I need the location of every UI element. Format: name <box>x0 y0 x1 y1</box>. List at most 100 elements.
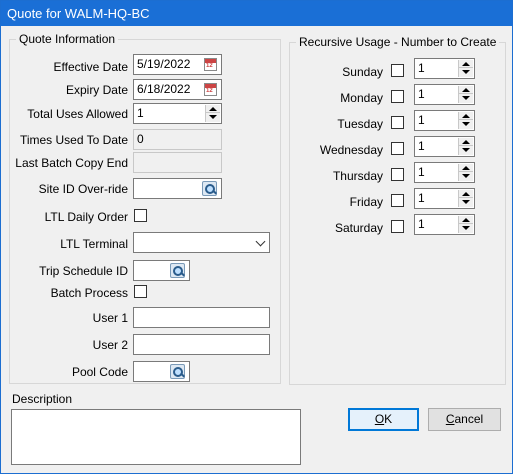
day-count-value: 1 <box>418 87 425 101</box>
spin-down-button[interactable] <box>459 224 473 232</box>
calendar-icon[interactable]: 12 <box>204 83 217 96</box>
day-count-value: 1 <box>418 139 425 153</box>
total-uses-allowed-spinner[interactable]: 1 <box>133 103 222 124</box>
day-checkbox-sunday[interactable] <box>391 64 404 77</box>
lookup-magnifier-icon[interactable] <box>170 263 185 278</box>
day-count-friday[interactable]: 1 <box>414 188 475 209</box>
spin-down-button[interactable] <box>459 94 473 102</box>
times-used-label: Times Used To Date <box>19 133 128 147</box>
effective-date-field[interactable]: 5/19/2022 12 <box>133 54 222 75</box>
day-checkbox-wednesday[interactable] <box>391 142 404 155</box>
cancel-label-rest: ancel <box>454 412 484 426</box>
spin-up-button[interactable] <box>459 216 473 224</box>
day-checkbox-saturday[interactable] <box>391 220 404 233</box>
day-checkbox-thursday[interactable] <box>391 168 404 181</box>
spinner-updown-icon[interactable] <box>458 190 473 207</box>
spinner-updown-icon[interactable] <box>458 164 473 181</box>
day-count-value: 1 <box>418 165 425 179</box>
site-id-override-field[interactable] <box>133 178 222 199</box>
lookup-magnifier-icon[interactable] <box>202 181 217 196</box>
user1-label: User 1 <box>92 311 128 325</box>
day-label-tuesday: Tuesday <box>337 117 383 131</box>
spinner-updown-icon[interactable] <box>205 105 220 122</box>
spin-up-button[interactable] <box>459 60 473 68</box>
user2-field[interactable] <box>133 334 270 355</box>
ltl-terminal-label: LTL Terminal <box>60 237 128 251</box>
recursive-usage-title: Recursive Usage - Number to Create <box>296 35 500 49</box>
spin-down-button[interactable] <box>459 198 473 206</box>
chevron-down-icon[interactable] <box>255 236 266 247</box>
day-label-thursday: Thursday <box>332 169 383 183</box>
day-count-value: 1 <box>418 217 425 231</box>
ok-label-rest: K <box>384 412 393 426</box>
day-checkbox-monday[interactable] <box>391 90 404 103</box>
last-batch-copy-end-label: Last Batch Copy End <box>15 156 128 170</box>
day-label-sunday: Sunday <box>342 65 383 79</box>
site-id-override-label: Site ID Over-ride <box>38 182 128 196</box>
cancel-button[interactable]: Cancel <box>428 408 501 431</box>
spinner-updown-icon[interactable] <box>458 138 473 155</box>
ltl-daily-order-checkbox[interactable] <box>134 209 147 222</box>
day-count-monday[interactable]: 1 <box>414 84 475 105</box>
times-used-field: 0 <box>133 129 222 150</box>
day-count-value: 1 <box>418 191 425 205</box>
calendar-icon[interactable]: 12 <box>204 58 217 71</box>
day-checkbox-tuesday[interactable] <box>391 116 404 129</box>
day-count-sunday[interactable]: 1 <box>414 58 475 79</box>
last-batch-copy-end-field <box>133 152 222 173</box>
ok-button[interactable]: OK <box>348 408 419 431</box>
times-used-value: 0 <box>137 132 144 146</box>
quote-dialog: Quote for WALM-HQ-BC Quote Information E… <box>0 0 513 474</box>
recursive-usage-group: Recursive Usage - Number to Create Sunda… <box>289 35 506 385</box>
spin-up-button[interactable] <box>459 112 473 120</box>
trip-schedule-id-field[interactable] <box>133 260 190 281</box>
ok-mnemonic: O <box>374 412 385 426</box>
description-label: Description <box>12 392 73 406</box>
trip-schedule-id-label: Trip Schedule ID <box>39 264 128 278</box>
user2-label: User 2 <box>92 338 128 352</box>
window-title: Quote for WALM-HQ-BC <box>1 1 512 26</box>
spinner-updown-icon[interactable] <box>458 112 473 129</box>
spinner-updown-icon[interactable] <box>458 216 473 233</box>
spin-down-button[interactable] <box>459 120 473 128</box>
day-count-thursday[interactable]: 1 <box>414 162 475 183</box>
spin-down-button[interactable] <box>459 68 473 76</box>
spin-up-button[interactable] <box>459 138 473 146</box>
expiry-date-value: 6/18/2022 <box>137 82 191 96</box>
spin-up-button[interactable] <box>206 105 220 113</box>
total-uses-allowed-label: Total Uses Allowed <box>27 107 128 121</box>
spin-up-button[interactable] <box>459 164 473 172</box>
quote-information-group: Quote Information Effective Date 5/19/20… <box>9 32 281 384</box>
description-textarea[interactable] <box>11 409 301 465</box>
spin-down-button[interactable] <box>459 172 473 180</box>
day-label-saturday: Saturday <box>334 221 383 235</box>
spin-up-button[interactable] <box>459 86 473 94</box>
effective-date-label: Effective Date <box>53 60 128 74</box>
day-label-friday: Friday <box>349 195 383 209</box>
ltl-daily-order-label: LTL Daily Order <box>44 210 128 224</box>
ltl-terminal-combobox[interactable] <box>133 232 270 253</box>
expiry-date-label: Expiry Date <box>65 83 128 97</box>
user1-field[interactable] <box>133 307 270 328</box>
day-count-wednesday[interactable]: 1 <box>414 136 475 157</box>
spin-down-button[interactable] <box>206 113 220 121</box>
day-label-monday: Monday <box>340 91 383 105</box>
spinner-updown-icon[interactable] <box>458 60 473 77</box>
day-count-value: 1 <box>418 61 425 75</box>
day-count-value: 1 <box>418 113 425 127</box>
total-uses-allowed-value: 1 <box>137 106 144 120</box>
quote-information-title: Quote Information <box>16 32 119 46</box>
effective-date-value: 5/19/2022 <box>137 57 191 71</box>
day-label-wednesday: Wednesday <box>319 143 383 157</box>
expiry-date-field[interactable]: 6/18/2022 12 <box>133 79 222 100</box>
day-checkbox-friday[interactable] <box>391 194 404 207</box>
day-count-saturday[interactable]: 1 <box>414 214 475 235</box>
spin-up-button[interactable] <box>459 190 473 198</box>
day-count-tuesday[interactable]: 1 <box>414 110 475 131</box>
spin-down-button[interactable] <box>459 146 473 154</box>
lookup-magnifier-icon[interactable] <box>170 364 185 379</box>
spinner-updown-icon[interactable] <box>458 86 473 103</box>
batch-process-checkbox[interactable] <box>134 285 147 298</box>
pool-code-field[interactable] <box>133 361 190 382</box>
batch-process-label: Batch Process <box>50 286 128 300</box>
